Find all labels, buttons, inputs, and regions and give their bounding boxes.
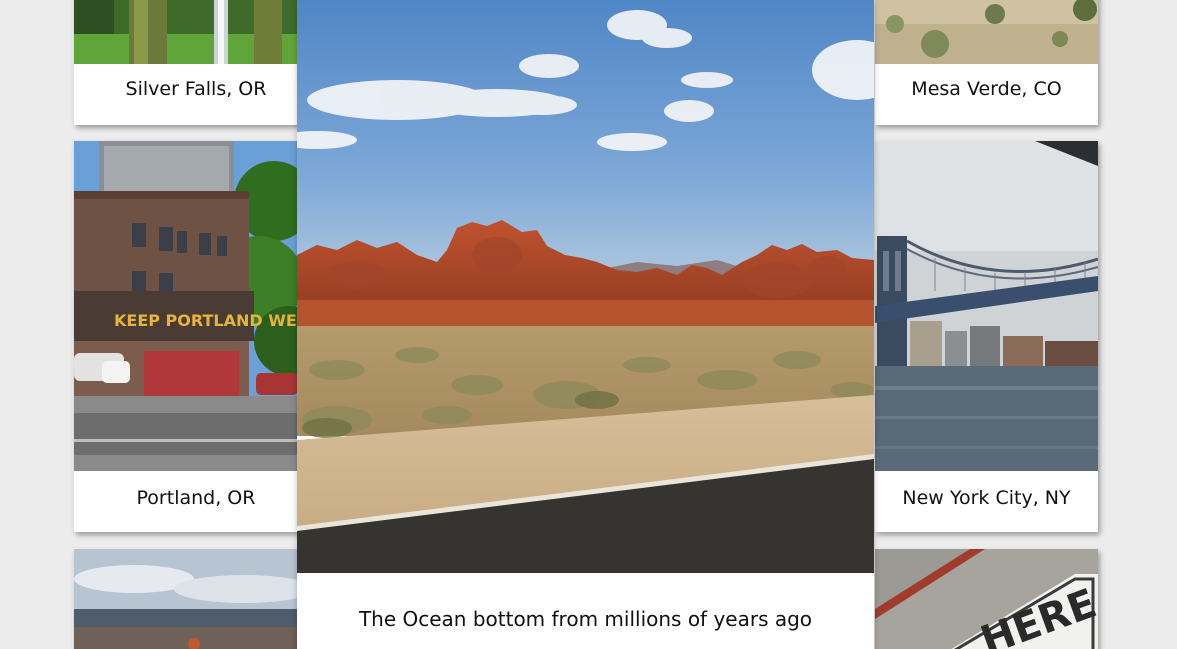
- photo-gallery-page: Silver Falls, OR Mesa Verde, CO KEEP POR…: [0, 0, 1177, 649]
- portland-photo[interactable]: KEEP PORTLAND WEIRD: [74, 141, 298, 471]
- card-caption-portland: Portland, OR: [136, 487, 256, 509]
- sign-photo[interactable]: HERE: [875, 549, 1098, 649]
- portland-sign-text: KEEP PORTLAND WEIRD: [114, 311, 298, 330]
- lightbox-viewer[interactable]: The Ocean bottom from millions of years …: [297, 0, 874, 649]
- canyon-photo[interactable]: [74, 549, 298, 649]
- card-caption-silver-falls: Silver Falls, OR: [125, 78, 267, 100]
- new-york-photo[interactable]: [875, 141, 1098, 471]
- lightbox-caption: The Ocean bottom from millions of years …: [358, 607, 813, 631]
- mesa-verde-photo[interactable]: [875, 0, 1098, 64]
- gallery-card-portland[interactable]: KEEP PORTLAND WEIRD Portland, OR: [74, 141, 298, 532]
- gallery-card-canyon[interactable]: [74, 549, 298, 649]
- lightbox-photo-valley-of-fire[interactable]: [297, 0, 874, 573]
- gallery-card-silver-falls[interactable]: Silver Falls, OR: [74, 0, 298, 125]
- card-caption-new-york: New York City, NY: [902, 487, 1071, 509]
- gallery-card-mesa-verde[interactable]: Mesa Verde, CO: [875, 0, 1098, 125]
- gallery-card-sign[interactable]: HERE: [875, 549, 1098, 649]
- silver-falls-photo[interactable]: [74, 0, 298, 64]
- gallery-card-new-york[interactable]: New York City, NY: [875, 141, 1098, 532]
- card-caption-mesa-verde: Mesa Verde, CO: [911, 78, 1062, 100]
